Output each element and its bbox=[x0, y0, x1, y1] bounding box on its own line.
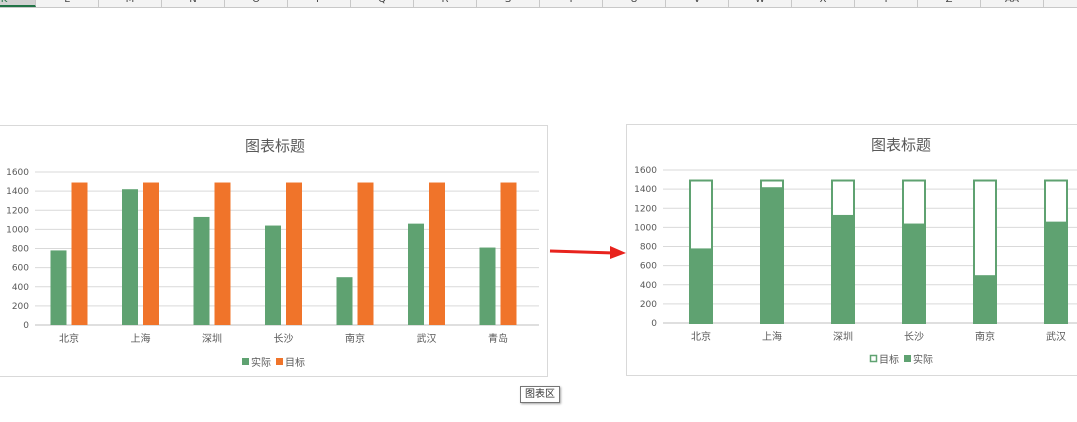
y-tick-label: 1600 bbox=[634, 166, 657, 176]
column-header-U[interactable]: U bbox=[603, 0, 666, 7]
chart-area-tooltip: 图表区 bbox=[520, 386, 560, 403]
column-header-M[interactable]: M bbox=[99, 0, 162, 7]
bar-actual bbox=[1045, 221, 1067, 323]
bar-target bbox=[429, 182, 445, 325]
column-header-N[interactable]: N bbox=[162, 0, 225, 7]
column-header-X[interactable]: X bbox=[792, 0, 855, 7]
category-label: 武汉 bbox=[1046, 330, 1066, 343]
y-tick-label: 400 bbox=[12, 283, 29, 293]
chart-overlapped-svg: 图表标题 0 200 400 600 800 1000 1200 1400 1600 北京 上海 深圳 长… bbox=[634, 136, 1077, 366]
legend-label: 目标 bbox=[879, 354, 899, 366]
y-tick-label: 200 bbox=[12, 302, 29, 312]
column-header-Y[interactable]: Y bbox=[855, 0, 918, 7]
y-tick-label: 1000 bbox=[634, 223, 657, 233]
column-header-bar: KLMNOPQRSTUVWXYZAA bbox=[0, 0, 1077, 8]
category-label: 深圳 bbox=[202, 333, 222, 345]
arrow-head bbox=[610, 246, 626, 259]
category-label: 武汉 bbox=[417, 332, 437, 345]
bar-actual bbox=[479, 247, 496, 325]
column-header-R[interactable]: R bbox=[414, 0, 477, 7]
y-tick-label: 1200 bbox=[634, 204, 657, 214]
bar-target bbox=[214, 182, 231, 325]
column-header-P[interactable]: P bbox=[288, 0, 351, 7]
legend-swatch bbox=[869, 354, 878, 363]
bar-actual bbox=[974, 275, 996, 323]
column-header-O[interactable]: O bbox=[225, 0, 288, 7]
bar-actual bbox=[122, 189, 138, 325]
y-tick-label: 0 bbox=[23, 321, 29, 331]
y-tick-label: 1200 bbox=[6, 206, 29, 216]
legend-swatch bbox=[242, 358, 249, 365]
y-tick-label: 0 bbox=[651, 319, 657, 329]
column-header-W[interactable]: W bbox=[729, 0, 792, 7]
category-label: 北京 bbox=[59, 332, 79, 345]
bar-actual bbox=[50, 250, 67, 325]
bar-target bbox=[143, 182, 159, 325]
column-header-K[interactable]: K bbox=[0, 0, 36, 7]
bar-actual bbox=[336, 277, 353, 325]
category-label: 深圳 bbox=[833, 331, 853, 343]
column-header-Q[interactable]: Q bbox=[351, 0, 414, 7]
bar-actual bbox=[832, 214, 854, 323]
bar-target bbox=[71, 182, 88, 325]
column-header-S[interactable]: S bbox=[477, 0, 540, 7]
category-label: 南京 bbox=[345, 332, 365, 345]
red-arrow-icon bbox=[549, 246, 626, 259]
column-header-V[interactable]: V bbox=[666, 0, 729, 7]
bar-actual bbox=[193, 216, 210, 325]
bar-target bbox=[500, 182, 517, 325]
bar-target bbox=[357, 182, 374, 325]
bar-actual bbox=[903, 223, 925, 323]
column-header-T[interactable]: T bbox=[540, 0, 603, 7]
category-label: 上海 bbox=[131, 332, 151, 345]
y-tick-label: 200 bbox=[640, 300, 657, 310]
chart-clustered[interactable]: 图表标题 0 200 400 600 800 1000 1200 1400 1600 北京 上海 深圳 长… bbox=[0, 125, 548, 377]
bar-actual bbox=[690, 248, 712, 323]
y-tick-label: 1000 bbox=[6, 225, 29, 235]
legend-swatch bbox=[904, 355, 911, 362]
category-label: 北京 bbox=[691, 330, 711, 343]
y-tick-label: 1400 bbox=[6, 187, 29, 197]
legend-label: 实际 bbox=[913, 353, 933, 366]
column-header-L[interactable]: L bbox=[36, 0, 99, 7]
category-label: 长沙 bbox=[274, 333, 294, 345]
bar-actual bbox=[408, 223, 424, 325]
legend-swatch bbox=[276, 358, 283, 365]
y-tick-label: 1600 bbox=[6, 168, 29, 178]
bar-target bbox=[286, 182, 302, 325]
y-tick-label: 800 bbox=[12, 245, 29, 255]
arrow-shaft bbox=[549, 249, 615, 255]
chart-overlapped[interactable]: 图表标题 0 200 400 600 800 1000 1200 1400 1600 北京 上海 深圳 长… bbox=[626, 124, 1077, 376]
category-label: 青岛 bbox=[488, 332, 508, 345]
y-tick-label: 1400 bbox=[634, 185, 657, 195]
category-label: 南京 bbox=[975, 330, 995, 343]
chart-title: 图表标题 bbox=[871, 136, 931, 154]
chart-clustered-svg: 图表标题 0 200 400 600 800 1000 1200 1400 1600 北京 上海 深圳 长… bbox=[6, 137, 539, 369]
y-tick-label: 600 bbox=[640, 262, 657, 272]
bar-actual bbox=[265, 225, 281, 325]
legend-label: 目标 bbox=[285, 357, 305, 369]
y-tick-label: 600 bbox=[12, 264, 29, 274]
column-header-AA[interactable]: AA bbox=[981, 0, 1044, 7]
y-tick-label: 400 bbox=[640, 281, 657, 291]
chart-title: 图表标题 bbox=[245, 137, 305, 155]
category-label: 上海 bbox=[762, 330, 782, 343]
legend-label: 实际 bbox=[251, 356, 271, 369]
category-label: 长沙 bbox=[904, 331, 924, 343]
y-tick-label: 800 bbox=[640, 243, 657, 253]
bar-actual bbox=[761, 187, 783, 323]
column-header-Z[interactable]: Z bbox=[918, 0, 981, 7]
